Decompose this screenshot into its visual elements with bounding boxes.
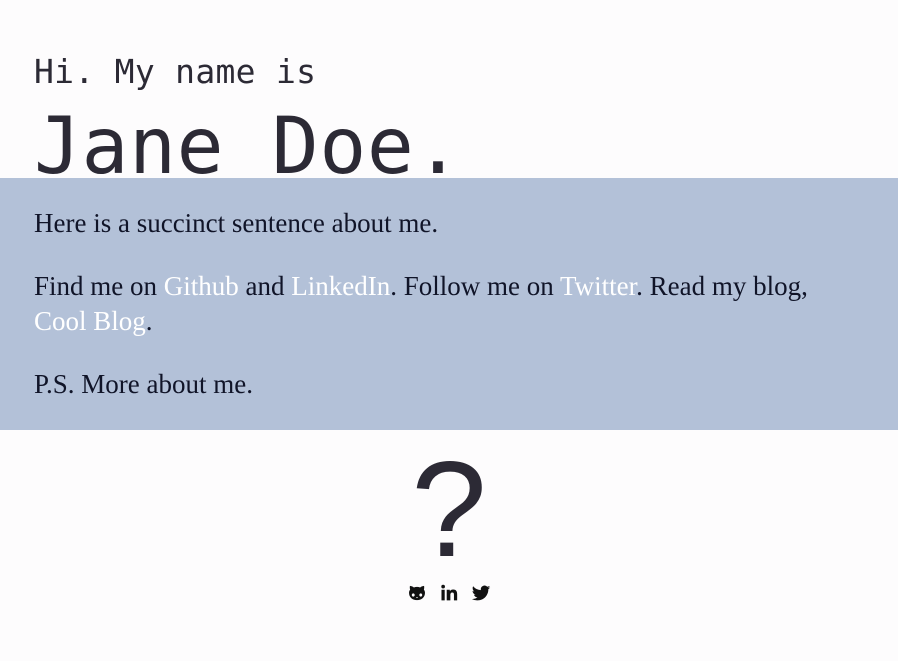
github-icon[interactable] [405, 581, 429, 605]
about-section: Here is a succinct sentence about me. Fi… [34, 206, 864, 402]
find-me-text: Find me on [34, 271, 158, 301]
read-blog-text: . Read my blog, [636, 271, 808, 301]
cool-blog-link[interactable]: Cool Blog [34, 306, 146, 336]
paragraph-period: . [145, 306, 153, 336]
twitter-icon[interactable] [469, 581, 493, 605]
social-links [0, 581, 898, 605]
about-links-paragraph: Find me on Github and LinkedIn. Follow m… [34, 269, 864, 339]
name-heading: Jane Doe. [34, 102, 463, 192]
footer-section: ? [0, 438, 898, 628]
linkedin-link[interactable]: LinkedIn [291, 271, 390, 301]
postscript-text: P.S. More about me. [34, 369, 253, 399]
follow-me-text: . Follow me on [390, 271, 554, 301]
greeting-text: Hi. My name is [34, 52, 317, 91]
about-sentence: Here is a succinct sentence about me. [34, 208, 439, 238]
and-text: and [245, 271, 285, 301]
intro-section: Hi. My name is Jane Doe. [34, 0, 874, 195]
twitter-link[interactable]: Twitter [560, 271, 636, 301]
github-link[interactable]: Github [164, 271, 239, 301]
question-mark: ? [411, 433, 487, 585]
linkedin-icon[interactable] [437, 581, 461, 605]
